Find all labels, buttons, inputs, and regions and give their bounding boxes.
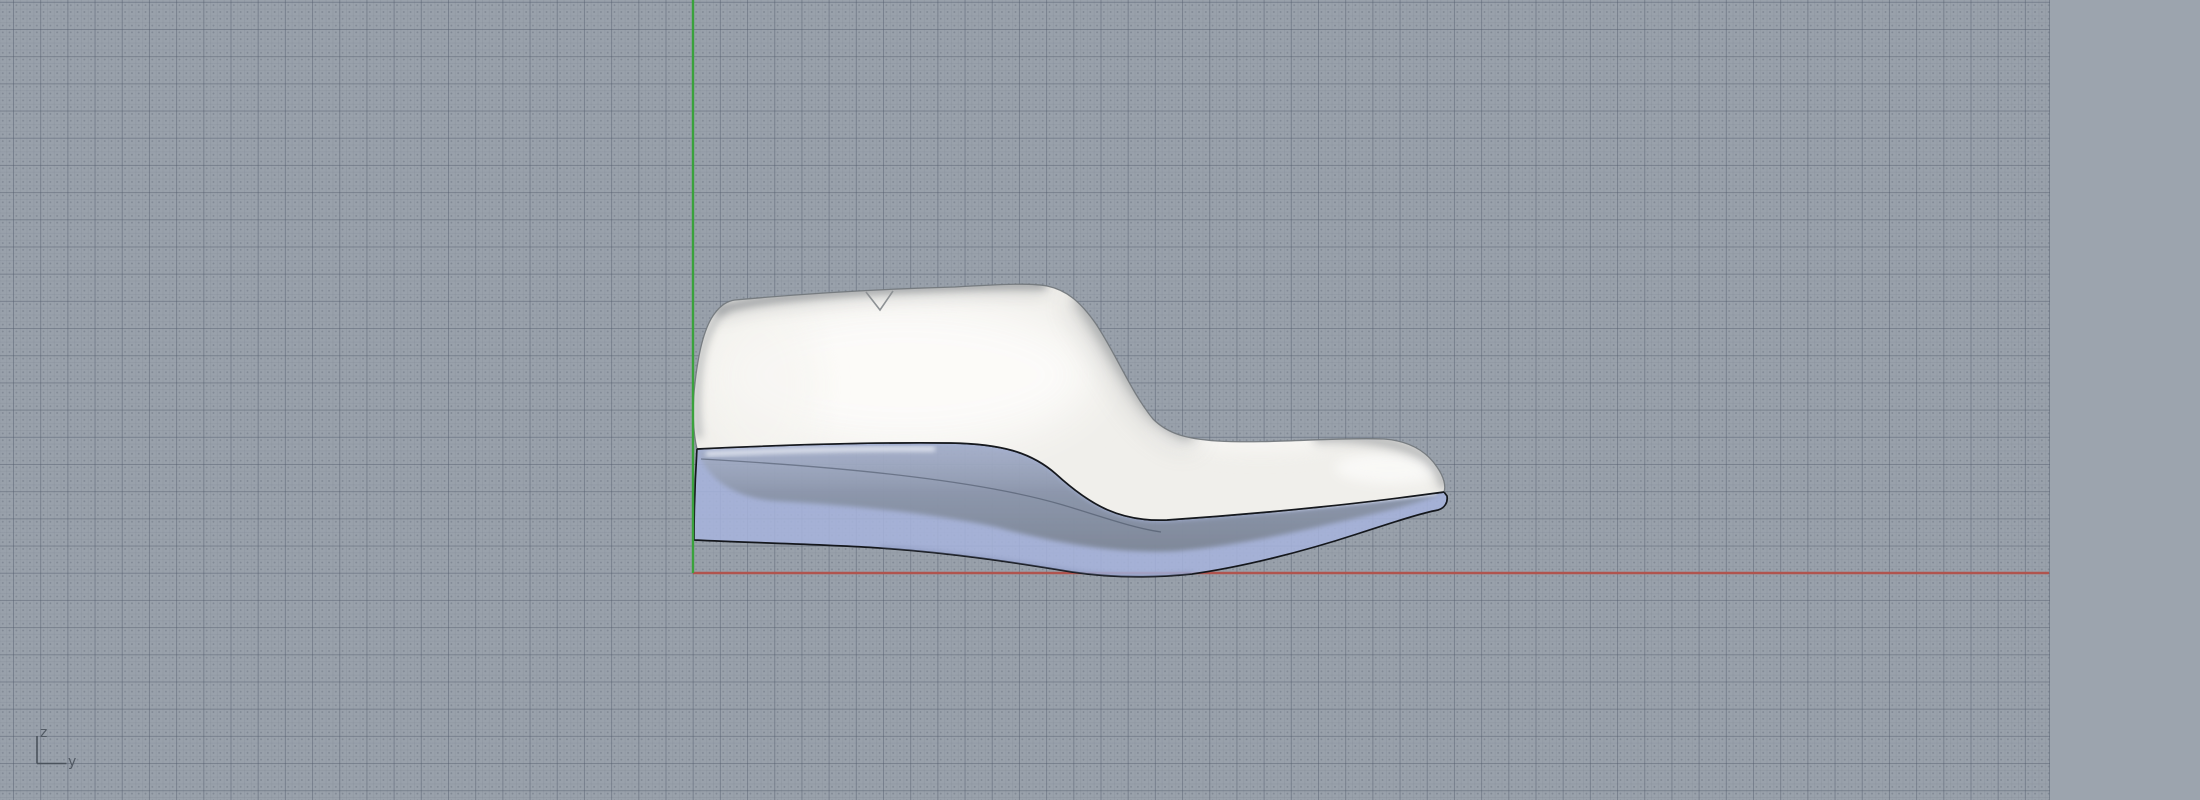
cad-viewport[interactable]: z y	[0, 0, 2200, 800]
gizmo-z-label: z	[40, 725, 47, 741]
shoe-model	[692, 283, 1449, 578]
gizmo-y-label: y	[68, 754, 76, 770]
axis-gizmo: z y	[36, 725, 76, 770]
viewport-canvas[interactable]: z y	[0, 0, 2200, 800]
